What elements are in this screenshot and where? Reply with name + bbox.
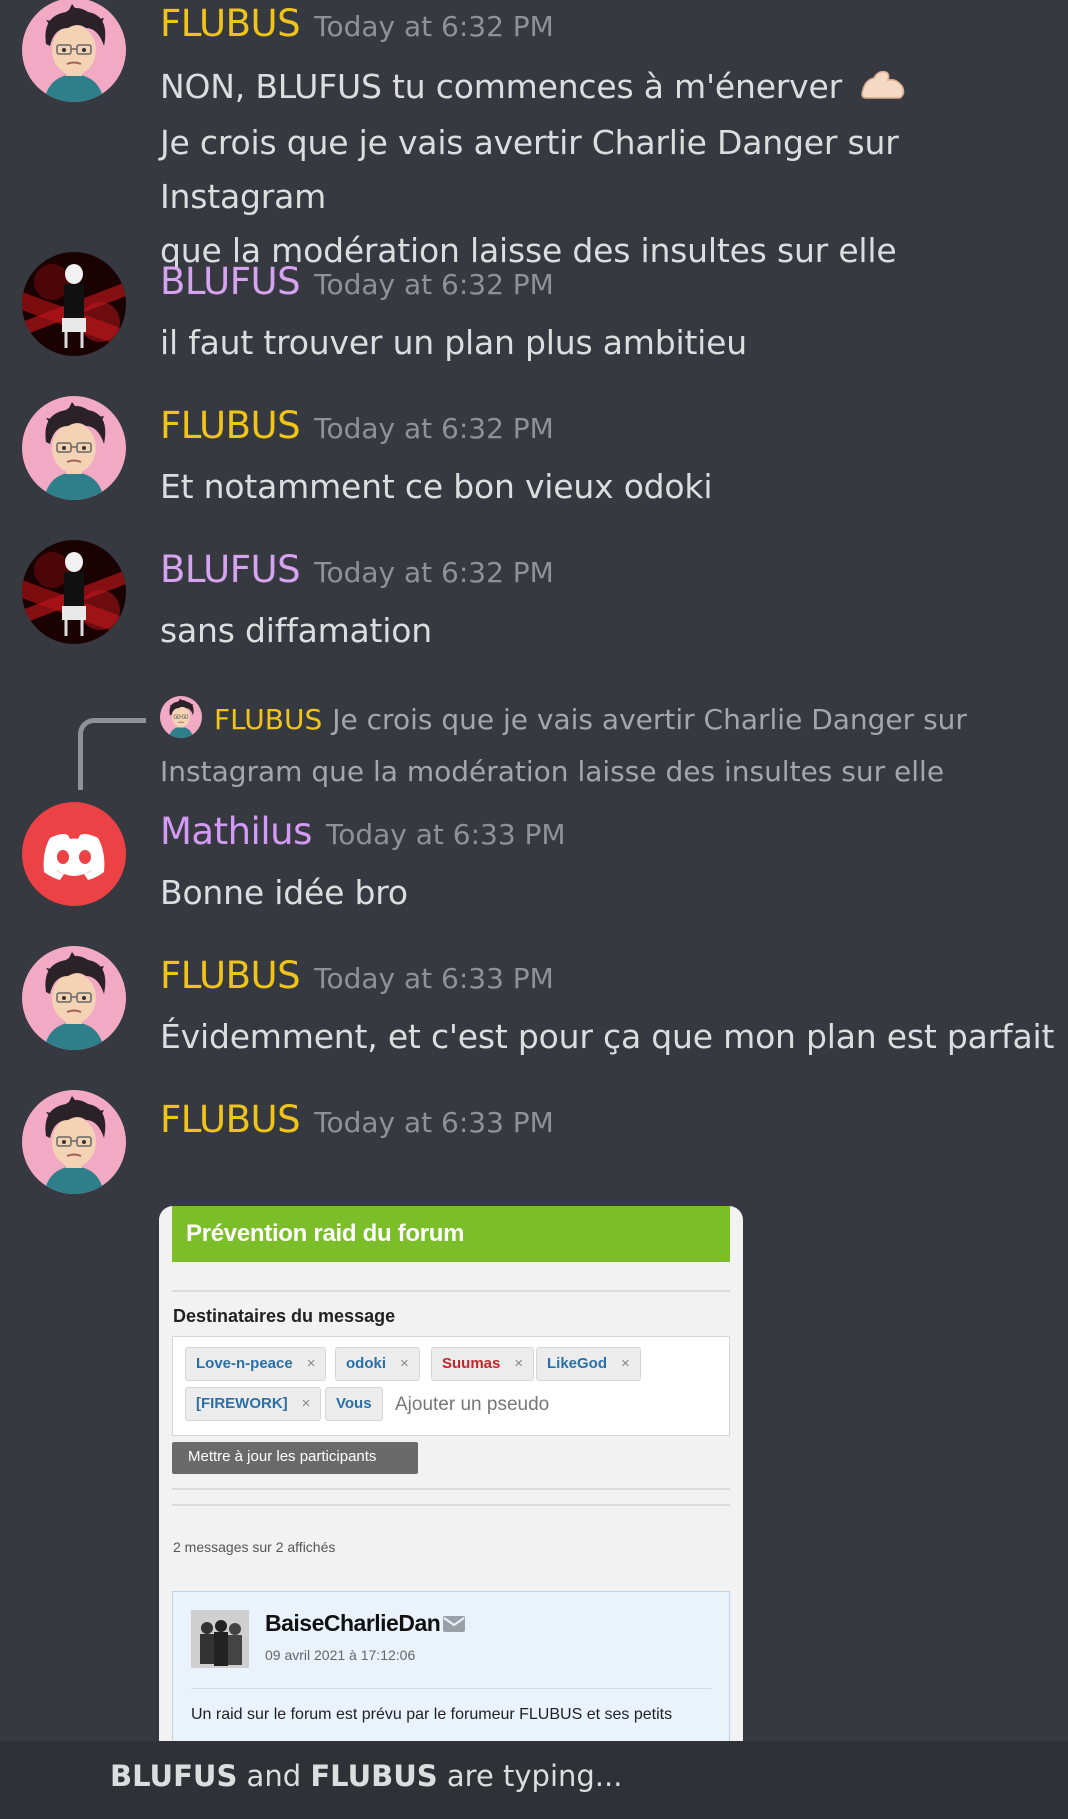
typing-conjunction: and — [237, 1759, 311, 1793]
remove-icon: × — [621, 1355, 630, 1372]
username[interactable]: FLUBUS — [160, 1098, 301, 1141]
username[interactable]: BLUFUS — [160, 260, 301, 303]
reply-connector — [78, 718, 146, 790]
post-date: 09 avril 2021 à 17:12:06 — [265, 1647, 416, 1663]
avatar[interactable] — [22, 802, 126, 906]
tag-label: odoki — [346, 1355, 386, 1372]
timestamp: Today at 6:32 PM — [314, 268, 554, 301]
recipient-tag: LikeGod × — [536, 1347, 641, 1381]
bald-cartoon-avatar-icon — [22, 396, 126, 500]
username[interactable]: FLUBUS — [160, 954, 301, 997]
recipient-tag: odoki × — [335, 1347, 420, 1381]
remove-icon: × — [400, 1355, 409, 1372]
bald-cartoon-avatar-icon — [22, 1090, 126, 1194]
divider — [172, 1290, 730, 1292]
timestamp: Today at 6:33 PM — [325, 818, 566, 851]
reply-username[interactable]: FLUBUS — [214, 703, 322, 736]
message-text: Je crois que je vais avertir Charlie Dan… — [160, 122, 899, 216]
flexed-biceps-emoji-icon — [860, 62, 906, 116]
forum-post: BaiseCharlieDan 09 avril 2021 à 17:12:06… — [172, 1591, 730, 1746]
remove-icon: × — [301, 1395, 311, 1412]
tag-label: Love-n-peace — [196, 1355, 293, 1372]
remove-icon: × — [514, 1355, 524, 1372]
recipient-tag: [FIREWORK] × — [185, 1387, 322, 1421]
divider — [172, 1488, 730, 1490]
silhouettes-icon — [191, 1610, 249, 1668]
message-text: Et notamment ce bon vieux odoki — [160, 467, 713, 506]
avatar[interactable] — [22, 946, 126, 1050]
tag-label: LikeGod — [547, 1355, 608, 1372]
add-pseudo-input: Ajouter un pseudo — [395, 1394, 550, 1415]
tag-label: Vous — [336, 1395, 372, 1412]
username[interactable]: BLUFUS — [160, 548, 301, 591]
avatar[interactable] — [22, 252, 126, 356]
remove-icon: × — [306, 1355, 316, 1372]
post-body: Un raid sur le forum est prévu par le fo… — [191, 1706, 673, 1723]
message-text: Évidemment, et c'est pour ça que mon pla… — [160, 1017, 1055, 1056]
recipients-label: Destinataires du message — [173, 1306, 396, 1326]
avatar[interactable] — [22, 396, 126, 500]
tag-label: [FIREWORK] — [196, 1395, 288, 1412]
mail-icon — [443, 1616, 465, 1632]
avatar[interactable] — [22, 1090, 126, 1194]
typing-user: FLUBUS — [310, 1759, 438, 1793]
timestamp: Today at 6:32 PM — [314, 412, 554, 445]
username[interactable]: FLUBUS — [160, 2, 301, 45]
typing-user: BLUFUS — [110, 1759, 238, 1793]
recipients-box: Love-n-peace × odoki × Suumas × LikeGod × [F… — [172, 1336, 730, 1436]
divider — [191, 1688, 711, 1689]
username[interactable]: Mathilus — [160, 810, 312, 853]
message-text: NON, BLUFUS tu commences à m'énerver — [160, 67, 842, 106]
bald-cartoon-avatar-icon — [22, 0, 126, 102]
red-dark-figure-avatar-icon — [22, 252, 126, 356]
avatar[interactable] — [22, 0, 126, 102]
message-text: Bonne idée bro — [160, 873, 408, 912]
messages-count: 2 messages sur 2 affichés — [173, 1539, 336, 1555]
discord-logo-avatar-icon — [22, 802, 126, 906]
timestamp: Today at 6:32 PM — [314, 10, 554, 43]
image-attachment[interactable]: Prévention raid du forum Destinataires d… — [159, 1206, 743, 1746]
timestamp: Today at 6:33 PM — [314, 1106, 554, 1139]
embed-header: Prévention raid du forum — [172, 1206, 730, 1262]
bald-cartoon-avatar-icon — [22, 946, 126, 1050]
red-dark-figure-avatar-icon — [22, 540, 126, 644]
typing-indicator: BLUFUS and FLUBUS are typing... — [0, 1741, 1068, 1819]
reply-preview[interactable]: FLUBUS Je crois que je vais avertir Charl… — [160, 694, 1040, 798]
avatar[interactable] — [22, 540, 126, 644]
typing-suffix: are typing... — [437, 1759, 623, 1793]
post-author: BaiseCharlieDan — [265, 1610, 441, 1636]
divider — [172, 1504, 730, 1506]
post-avatar — [191, 1610, 249, 1668]
update-participants-button: Mettre à jour les participants — [172, 1442, 418, 1474]
timestamp: Today at 6:33 PM — [314, 962, 554, 995]
message-text: il faut trouver un plan plus ambitieu — [160, 323, 747, 362]
recipient-tag: Love-n-peace × — [185, 1347, 327, 1381]
username[interactable]: FLUBUS — [160, 404, 301, 447]
message-text: sans diffamation — [160, 611, 432, 650]
recipient-tag: Suumas × — [431, 1347, 535, 1381]
timestamp: Today at 6:32 PM — [314, 556, 554, 589]
recipient-tag: Vous — [325, 1387, 383, 1421]
tag-label: Suumas — [442, 1355, 501, 1372]
